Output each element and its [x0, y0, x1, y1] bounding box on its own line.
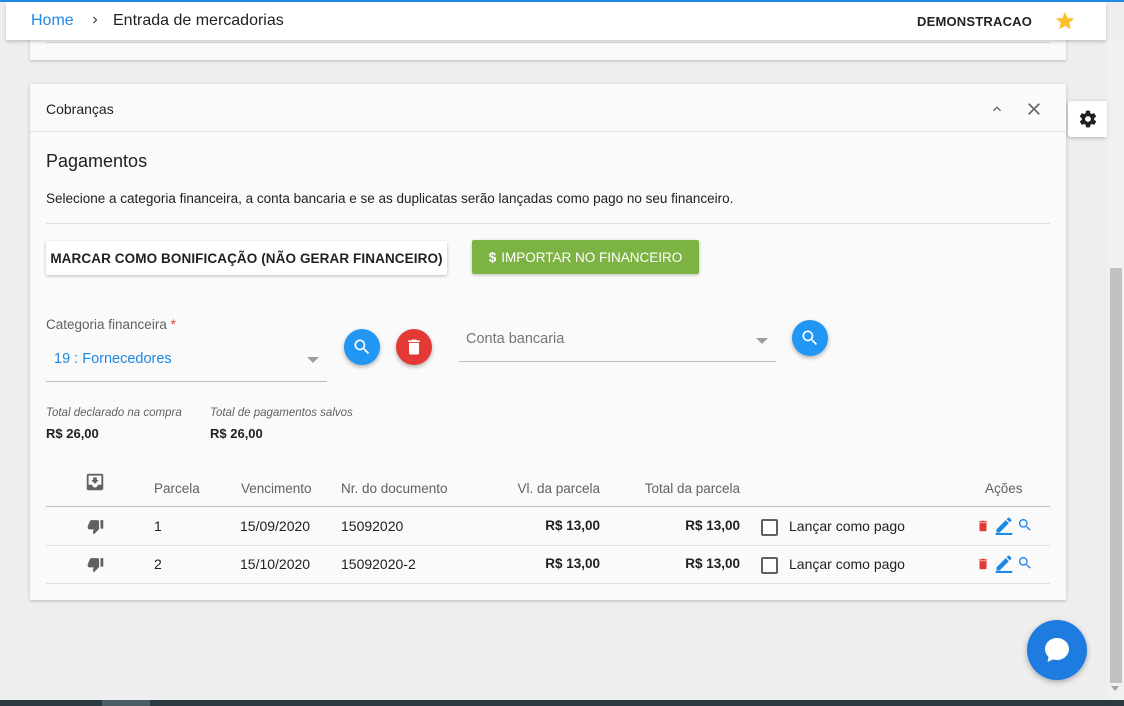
- categoria-label: Categoria financeira *: [46, 317, 176, 332]
- header-parcela: Parcela: [154, 481, 200, 496]
- chat-icon: [1045, 638, 1069, 662]
- row-2-valor: R$ 13,00: [545, 556, 600, 571]
- search-categoria-button[interactable]: [344, 329, 380, 365]
- search-icon: [802, 330, 818, 346]
- company-name[interactable]: DEMONSTRACAO: [917, 14, 1032, 29]
- settings-tab[interactable]: [1068, 101, 1107, 137]
- thumbs-down-icon: [87, 558, 104, 573]
- header-valor: Vl. da parcela: [517, 481, 600, 496]
- card-header: Cobranças: [30, 84, 1066, 132]
- star-icon[interactable]: [1054, 10, 1076, 32]
- gear-icon: [1079, 110, 1097, 128]
- top-bar: Home Entrada de mercadorias DEMONSTRACAO: [6, 2, 1106, 40]
- search-icon[interactable]: [1017, 555, 1033, 571]
- trash-icon[interactable]: [976, 518, 990, 534]
- row-1-vencimento: 15/09/2020: [240, 518, 311, 534]
- row-2-parcela: 2: [154, 556, 162, 572]
- row-2-documento: 15092020-2: [341, 556, 416, 572]
- section-title: Pagamentos: [46, 151, 148, 171]
- row-2-pago-checkbox[interactable]: [761, 557, 778, 574]
- header-acoes: Ações: [985, 481, 1023, 496]
- card-title: Cobranças: [46, 101, 114, 117]
- dollar-icon: $: [488, 249, 497, 265]
- row-1-parcela: 1: [154, 518, 162, 534]
- summary-declared-label: Total declarado na compra: [46, 407, 182, 419]
- import-financeiro-button[interactable]: $ IMPORTAR NO FINANCEIRO: [472, 240, 699, 274]
- pencil-icon[interactable]: [994, 553, 1014, 573]
- clear-categoria-button[interactable]: [396, 329, 432, 365]
- cobrancas-card: Cobranças Pagamentos Selecione a categor…: [30, 84, 1066, 600]
- categoria-underline: [46, 381, 327, 382]
- header-vencimento: Vencimento: [241, 481, 312, 496]
- breadcrumb-current: Entrada de mercadorias: [113, 12, 284, 29]
- row-divider: [46, 583, 1050, 584]
- trash-icon: [408, 339, 420, 355]
- inbox-download-icon[interactable]: [84, 471, 106, 493]
- pencil-icon[interactable]: [994, 515, 1014, 535]
- chat-button[interactable]: [1027, 620, 1087, 680]
- trash-icon[interactable]: [976, 556, 990, 572]
- summary-saved-label: Total de pagamentos salvos: [210, 407, 353, 419]
- section-description: Selecione a categoria financeira, a cont…: [46, 191, 734, 206]
- row-1-pago-checkbox[interactable]: [761, 519, 778, 536]
- summary-saved-value: R$ 26,00: [210, 426, 263, 441]
- row-1-total: R$ 13,00: [685, 518, 740, 533]
- search-icon: [354, 339, 370, 355]
- row-1-documento: 15092020: [341, 518, 404, 534]
- thumbs-down-icon: [87, 520, 104, 535]
- row-2-pago-label[interactable]: Lançar como pago: [789, 556, 905, 572]
- close-icon[interactable]: [1024, 99, 1044, 119]
- search-icon[interactable]: [1017, 517, 1033, 533]
- chevron-up-icon[interactable]: [989, 101, 1005, 117]
- table-header-divider: [46, 506, 1050, 507]
- row-2-total: R$ 13,00: [685, 556, 740, 571]
- dropdown-arrow-icon[interactable]: [756, 338, 768, 344]
- conta-underline: [459, 361, 776, 362]
- summary-declared-value: R$ 26,00: [46, 426, 99, 441]
- dropdown-arrow-icon[interactable]: [307, 357, 319, 363]
- breadcrumb-home-link[interactable]: Home: [31, 12, 74, 30]
- categoria-select[interactable]: 19 : Fornecedores: [54, 351, 172, 367]
- chevron-right-icon: [93, 16, 98, 24]
- conta-bancaria-select[interactable]: Conta bancaria: [466, 331, 564, 347]
- divider: [46, 223, 1050, 224]
- taskbar-item[interactable]: [102, 700, 150, 706]
- mark-bonus-button[interactable]: MARCAR COMO BONIFICAÇÃO (NÃO GERAR FINAN…: [46, 241, 447, 275]
- row-divider: [46, 545, 1050, 546]
- row-2-vencimento: 15/10/2020: [240, 556, 311, 572]
- header-documento: Nr. do documento: [341, 481, 448, 496]
- header-total: Total da parcela: [644, 481, 740, 496]
- row-1-valor: R$ 13,00: [545, 518, 600, 533]
- required-marker: *: [170, 317, 176, 332]
- search-conta-button[interactable]: [792, 320, 828, 356]
- taskbar: [0, 700, 1124, 706]
- import-button-label: IMPORTAR NO FINANCEIRO: [501, 249, 683, 265]
- scrollbar-thumb[interactable]: [1110, 268, 1122, 683]
- row-1-pago-label[interactable]: Lançar como pago: [789, 518, 905, 534]
- scroll-down-arrow[interactable]: [1111, 686, 1119, 691]
